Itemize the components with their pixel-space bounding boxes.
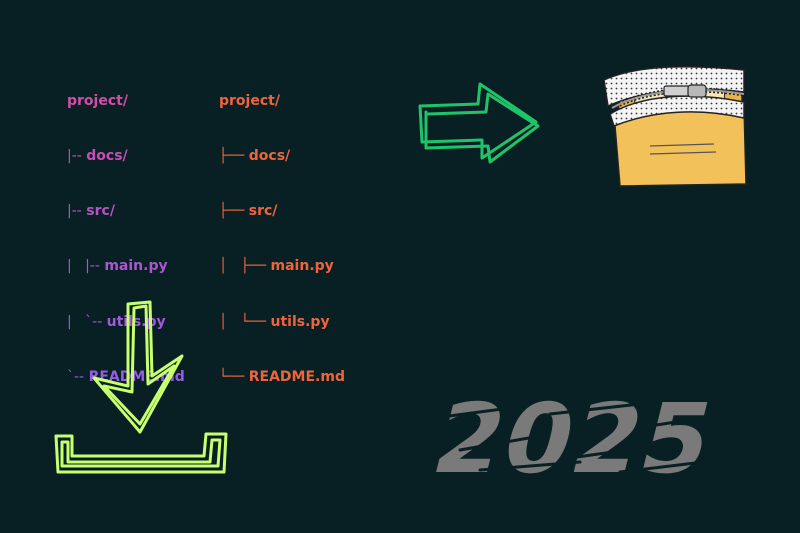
- tree-line: | |-- main.py: [67, 258, 168, 275]
- tree-line: |-- src/: [67, 203, 115, 220]
- tree-item-name: src/: [248, 203, 278, 220]
- year-graphic: 2025: [423, 383, 742, 488]
- tree-item-name: docs/: [86, 148, 128, 165]
- tree-item-name: utils.py: [270, 313, 330, 330]
- download-icon: [54, 300, 228, 474]
- tree-item-name: project/: [219, 92, 280, 109]
- tree-line: project/: [219, 92, 345, 110]
- zip-folder-icon: [604, 66, 747, 187]
- year-text: 2025: [423, 383, 726, 488]
- tree-item-name: docs/: [248, 148, 291, 165]
- right-arrow-icon: [418, 82, 540, 164]
- tree-line: ├── docs/: [219, 148, 291, 165]
- tree-item-name: README.md: [248, 368, 345, 385]
- tree-item-name: main.py: [104, 258, 168, 275]
- tree-line: │ ├── main.py: [219, 258, 334, 275]
- tree-item-name: project/: [67, 92, 128, 109]
- tree-line: project/: [67, 92, 185, 110]
- tree-line: ├── src/: [219, 203, 278, 220]
- tree-line: |-- docs/: [67, 148, 128, 165]
- tree-item-name: main.py: [270, 258, 334, 275]
- tree-item-name: src/: [86, 203, 115, 220]
